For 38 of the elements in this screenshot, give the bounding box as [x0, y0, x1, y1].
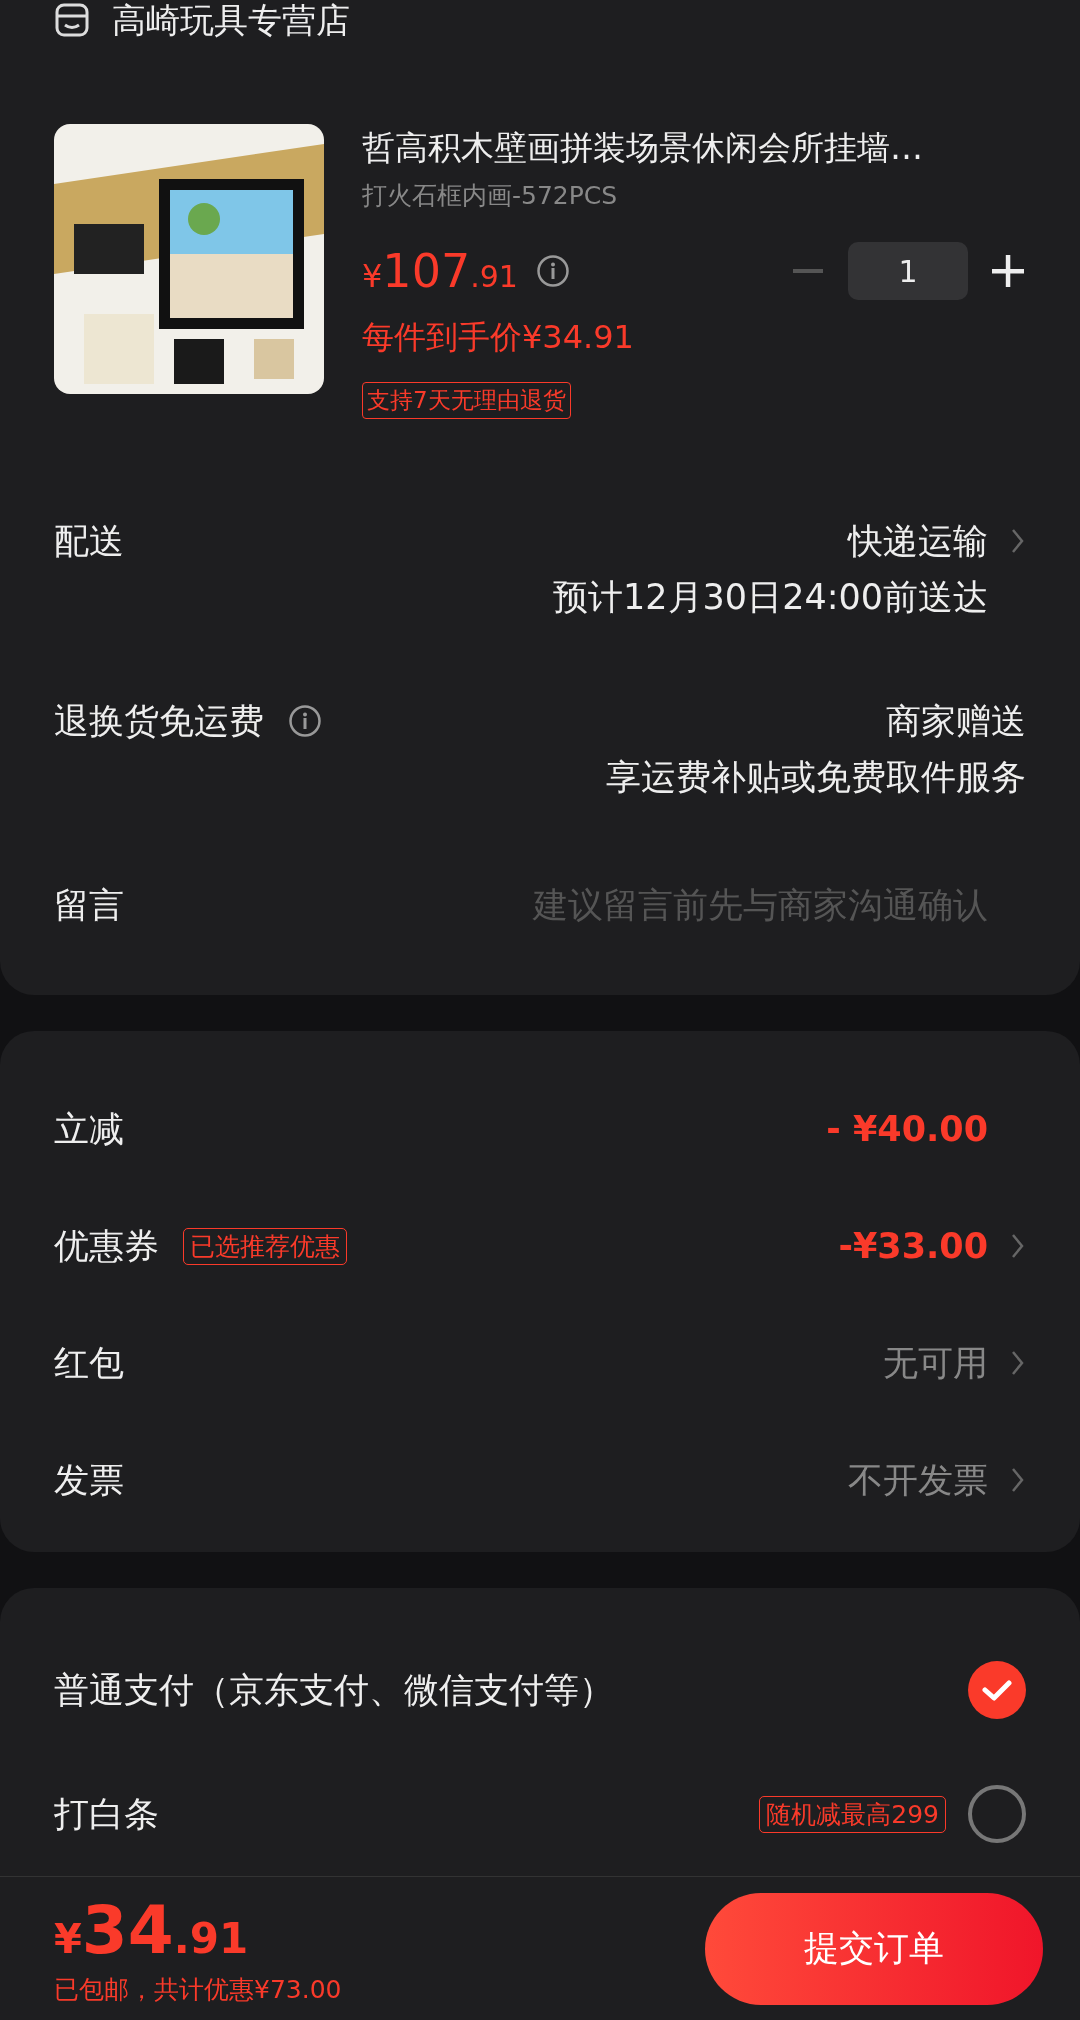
fee-value[interactable]: -¥33.00: [838, 1224, 988, 1268]
fee-value[interactable]: 无可用: [883, 1341, 988, 1385]
check-icon: [982, 1679, 1012, 1701]
return-shipping-value: 商家赠送: [886, 700, 1026, 743]
radio-button[interactable]: [968, 1661, 1026, 1719]
plus-button[interactable]: [990, 253, 1026, 289]
fee-label: 优惠券: [54, 1225, 159, 1268]
product-price: ¥107.91: [362, 244, 518, 298]
delivery-label: 配送: [54, 520, 124, 563]
coupon-tag: 已选推荐优惠: [183, 1227, 347, 1265]
message-label: 留言: [54, 884, 124, 927]
fee-value[interactable]: 不开发票: [848, 1458, 988, 1502]
quantity-field[interactable]: 1: [848, 242, 968, 300]
minus-icon: [793, 269, 823, 273]
promo-tag: 随机减最高299: [759, 1795, 946, 1833]
return-policy-tag: 支持7天无理由退货: [362, 382, 571, 419]
return-shipping-label: 退换货免运费: [54, 700, 264, 743]
payment-option[interactable]: 普通支付（京东支付、微信支付等）: [54, 1668, 614, 1712]
product-title: 哲高积木壁画拼装场景休闲会所挂墙…: [362, 127, 924, 169]
return-shipping-detail: 享运费补贴或免费取件服务: [606, 756, 1026, 799]
submit-order-button[interactable]: 提交订单: [705, 1892, 1043, 2005]
store-icon: [54, 2, 90, 38]
radio-button[interactable]: [968, 1785, 1026, 1843]
unit-price: 每件到手价¥34.91: [362, 317, 635, 358]
fee-label: 红包: [54, 1342, 124, 1385]
shipping-discount-note: 已包邮，共计优惠¥73.00: [54, 1973, 342, 2006]
fee-value: - ¥40.00: [826, 1108, 988, 1151]
delivery-eta: 预计12月30日24:00前送达: [553, 576, 988, 619]
plus-icon: [992, 255, 1024, 287]
product-spec: 打火石框内画-572PCS: [362, 180, 619, 212]
delivery-method[interactable]: 快递运输: [848, 519, 988, 563]
fee-label: 立减: [54, 1108, 124, 1151]
store-name[interactable]: 高崎玩具专营店: [112, 0, 350, 40]
total-price: ¥34.91: [54, 1891, 250, 1969]
payment-option[interactable]: 打白条: [54, 1792, 159, 1836]
fee-label: 发票: [54, 1459, 124, 1502]
info-icon[interactable]: [288, 704, 322, 738]
info-icon[interactable]: [535, 254, 570, 288]
